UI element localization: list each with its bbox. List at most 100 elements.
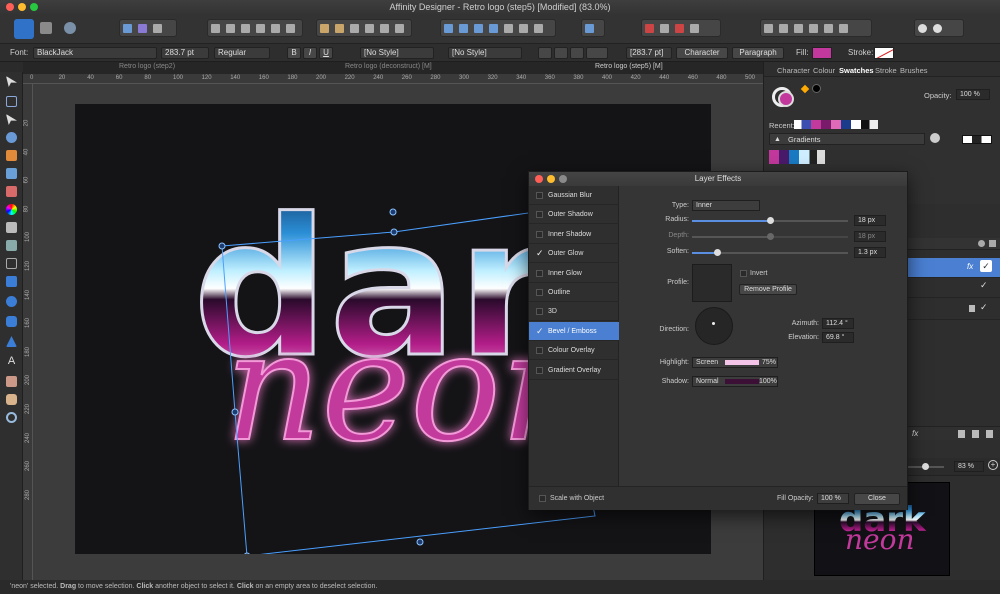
font-name-field[interactable]: BlackJack [33, 47, 157, 59]
scale-checkbox[interactable] [539, 495, 546, 502]
visibility-checkbox[interactable]: ✓ [980, 260, 992, 272]
effect-checkbox[interactable] [536, 347, 543, 355]
effect-item[interactable]: Gradient Overlay [529, 361, 619, 380]
snapping-group[interactable] [207, 19, 303, 37]
dialog-zoom-icon[interactable] [559, 175, 567, 183]
dialog-minimize-icon[interactable] [547, 175, 555, 183]
selection-handle[interactable] [231, 408, 239, 416]
invert-checkbox[interactable] [740, 270, 747, 277]
effect-item[interactable]: ✓ Outer Glow [529, 244, 619, 264]
boolean-group[interactable] [119, 19, 177, 37]
shadow-control[interactable]: Normal 100% [692, 376, 778, 387]
tab-brushes[interactable]: Brushes [900, 66, 928, 75]
align-button[interactable] [581, 19, 605, 37]
corner-tool-icon[interactable] [6, 132, 17, 143]
assistant-group[interactable] [914, 19, 964, 37]
effect-item[interactable]: Colour Overlay [529, 341, 619, 361]
color-picker-icon[interactable] [6, 376, 17, 387]
soften-slider[interactable] [692, 249, 848, 256]
geometry-group[interactable] [760, 19, 872, 37]
stroke-swatch[interactable] [874, 47, 894, 59]
grid-group[interactable] [641, 19, 721, 37]
direction-dial[interactable] [695, 307, 733, 345]
paragraph-button[interactable]: Paragraph [732, 47, 784, 59]
effect-checkbox[interactable]: ✓ [536, 322, 544, 341]
designer-persona-icon[interactable] [14, 19, 34, 39]
black-swatch[interactable] [812, 84, 821, 93]
fill-tool-icon[interactable] [6, 204, 17, 215]
arrange-group[interactable] [316, 19, 412, 37]
italic-button[interactable]: I [303, 47, 317, 59]
fx-icon[interactable]: fx [912, 429, 918, 438]
fill-swatch[interactable] [812, 47, 832, 59]
paragraph-style-field[interactable]: [No Style] [448, 47, 522, 59]
close-button[interactable]: Close [854, 493, 900, 505]
effect-item[interactable]: Inner Glow [529, 264, 619, 283]
zoom-window-button[interactable] [30, 3, 38, 11]
artboard-tool-icon[interactable] [6, 96, 17, 107]
place-image-icon[interactable] [6, 240, 17, 251]
selection-handle[interactable] [390, 228, 398, 236]
effect-checkbox[interactable] [536, 308, 543, 316]
fill-color-circle[interactable] [778, 91, 794, 107]
opacity-field[interactable]: 100 % [956, 89, 990, 100]
tab-retro-step5[interactable]: Retro logo (step5) [M] [595, 63, 663, 70]
radius-slider[interactable] [692, 217, 848, 224]
gradient-swatches[interactable] [769, 150, 825, 164]
size-field[interactable]: [283.7 pt] [626, 47, 672, 59]
visibility-checkbox[interactable]: ✓ [980, 280, 988, 291]
depth-slider[interactable] [692, 233, 848, 240]
effect-item[interactable]: 3D [529, 302, 619, 322]
add-pixel-layer-icon[interactable] [972, 430, 979, 438]
pencil-tool-icon[interactable] [6, 168, 17, 179]
elevation-field[interactable]: 69.8 ° [822, 332, 854, 343]
effect-item[interactable]: Outer Shadow [529, 205, 619, 225]
selection-handle[interactable] [243, 552, 251, 560]
recent-swatches[interactable] [794, 120, 878, 129]
font-style-field[interactable]: Regular [214, 47, 270, 59]
transparency-tool-icon[interactable] [6, 222, 17, 233]
visibility-checkbox[interactable]: ✓ [980, 302, 988, 313]
brush-tool-icon[interactable] [6, 186, 17, 197]
dialog-close-icon[interactable] [535, 175, 543, 183]
highlight-control[interactable]: Screen 75% [692, 357, 778, 368]
effect-checkbox[interactable] [536, 230, 543, 238]
depth-field[interactable]: 18 px [854, 231, 886, 242]
lock-icon[interactable] [969, 305, 975, 312]
triangle-tool-icon[interactable] [6, 336, 17, 347]
transform-group[interactable] [440, 19, 556, 37]
align-left-button[interactable] [538, 47, 552, 59]
layers-menu-icon[interactable] [989, 240, 996, 247]
effect-item[interactable]: ✓ Bevel / Emboss [529, 321, 619, 341]
pen-tool-icon[interactable] [6, 150, 17, 161]
effect-checkbox[interactable] [536, 366, 543, 374]
minimize-window-button[interactable] [18, 3, 26, 11]
close-window-button[interactable] [6, 3, 14, 11]
zoom-in-icon[interactable]: + [988, 460, 998, 470]
type-dropdown[interactable]: Inner [692, 200, 760, 211]
gradients-dropdown[interactable]: ▲ Gradients [769, 133, 925, 145]
character-button[interactable]: Character [676, 47, 728, 59]
align-right-button[interactable] [570, 47, 584, 59]
justify-button[interactable] [586, 47, 608, 59]
palette-menu-icon[interactable] [930, 133, 940, 143]
highlight-color-bar[interactable] [725, 360, 759, 365]
pixel-persona-icon[interactable] [40, 22, 52, 34]
effect-item[interactable]: Inner Shadow [529, 225, 619, 244]
zoom-field[interactable]: 83 % [954, 461, 984, 472]
effect-checkbox[interactable] [536, 289, 543, 296]
selection-handle[interactable] [416, 538, 424, 546]
text-tool-icon[interactable]: A [6, 356, 17, 367]
effect-checkbox[interactable] [536, 269, 543, 277]
tab-swatches[interactable]: Swatches [839, 66, 874, 75]
effect-checkbox[interactable] [536, 211, 543, 219]
gear-icon[interactable] [978, 240, 985, 247]
node-tool-icon[interactable] [6, 114, 17, 125]
rectangle-tool-icon[interactable] [6, 276, 17, 287]
eyedropper-icon[interactable] [800, 84, 810, 94]
effect-checkbox[interactable]: ✓ [536, 244, 544, 263]
soften-field[interactable]: 1.3 px [854, 247, 886, 258]
azimuth-field[interactable]: 112.4 ° [822, 318, 854, 329]
rotation-handle[interactable] [389, 208, 397, 216]
font-size-field[interactable]: 283.7 pt [161, 47, 209, 59]
